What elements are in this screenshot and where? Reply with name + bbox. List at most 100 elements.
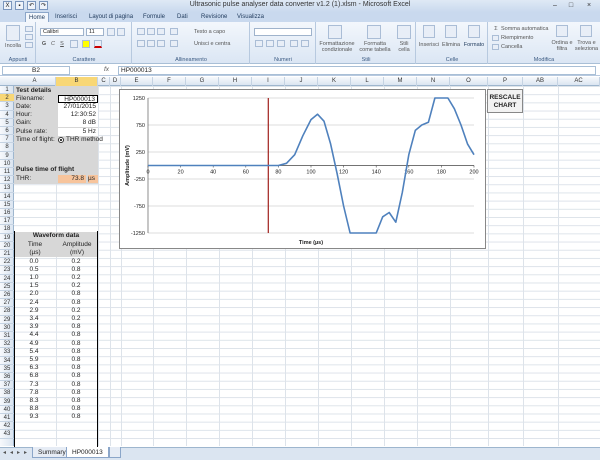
row-header-11[interactable]: 11 (0, 168, 14, 177)
waveform-time[interactable]: 3.4 (14, 315, 54, 323)
column-header-g[interactable]: G (186, 77, 219, 86)
format-table-icon[interactable] (367, 25, 381, 39)
cut-icon[interactable] (25, 26, 33, 32)
insert-function-button[interactable]: fx (104, 66, 109, 73)
waveform-time[interactable]: 2.4 (14, 299, 54, 307)
tab-view[interactable]: Visualizza (234, 12, 267, 22)
column-header-j[interactable]: J (285, 77, 318, 86)
italic-button[interactable]: C (49, 41, 57, 47)
waveform-amplitude[interactable]: 0.8 (56, 356, 96, 364)
row-header-22[interactable]: 22 (0, 258, 14, 267)
row-header-5[interactable]: 5 (0, 119, 14, 127)
find-select-button[interactable]: Trova e seleziona (573, 40, 600, 52)
align-right-icon[interactable] (157, 40, 165, 47)
find-select-icon[interactable] (580, 25, 592, 37)
hour-value[interactable]: 12:30:52 (58, 111, 98, 119)
rescale-chart-button[interactable]: RESCALE CHART (487, 89, 523, 113)
column-header-ac[interactable]: AC (558, 77, 600, 86)
waveform-amplitude[interactable]: 0.8 (56, 331, 96, 339)
column-header-k[interactable]: K (318, 77, 351, 86)
clear-button[interactable]: Cancella (501, 44, 537, 50)
waveform-amplitude[interactable]: 0.2 (56, 258, 96, 266)
row-header-21[interactable]: 21 (0, 250, 14, 259)
last-sheet-icon[interactable]: ▸ (24, 449, 30, 457)
wrap-text-button[interactable]: Testo a capo (194, 29, 246, 35)
insert-cells-button[interactable]: Inserisci (417, 42, 441, 48)
column-header-o[interactable]: O (450, 77, 488, 86)
column-header-d[interactable]: D (110, 77, 121, 86)
waveform-amplitude[interactable]: 0.8 (56, 405, 96, 413)
row-header-39[interactable]: 39 (0, 398, 14, 406)
waveform-time[interactable]: 0.5 (14, 266, 54, 274)
row-header-29[interactable]: 29 (0, 316, 14, 324)
row-header-26[interactable]: 26 (0, 291, 14, 300)
clear-icon[interactable] (492, 44, 499, 50)
sheet-tab-hp000013[interactable]: HP000013 (66, 447, 109, 458)
amplitude-chart[interactable]: 1250750250-250-750-125002040608010012014… (119, 89, 486, 249)
row-header-7[interactable]: 7 (0, 135, 14, 144)
conditional-format-icon[interactable] (328, 25, 342, 39)
paste-button[interactable]: Incolla (2, 43, 24, 49)
row-header-37[interactable]: 37 (0, 381, 14, 390)
conditional-format-button[interactable]: Formattazione condizionale (318, 41, 356, 53)
waveform-time[interactable]: 2.9 (14, 307, 54, 315)
waveform-amplitude[interactable]: 0.8 (56, 323, 96, 331)
increase-decimal-icon[interactable] (290, 40, 298, 47)
waveform-amplitude[interactable]: 0.8 (56, 397, 96, 405)
format-cells-button[interactable]: Formato (462, 42, 486, 48)
filename-value[interactable]: HP000013 (58, 95, 98, 103)
waveform-amplitude[interactable]: 0.8 (56, 299, 96, 307)
column-header-p[interactable]: P (488, 77, 523, 86)
font-name-select[interactable]: Calibri (40, 28, 84, 36)
tab-review[interactable]: Revisione (198, 12, 230, 22)
waveform-time[interactable]: 6.3 (14, 364, 54, 372)
waveform-amplitude[interactable]: 0.2 (56, 315, 96, 323)
indent-icon[interactable] (170, 40, 178, 47)
underline-button[interactable]: S (58, 41, 66, 47)
row-header-33[interactable]: 33 (0, 348, 14, 357)
row-header-2[interactable]: 2 (0, 94, 14, 103)
grow-font-icon[interactable] (107, 28, 115, 36)
maximize-button[interactable]: □ (564, 0, 578, 11)
row-header-42[interactable]: 42 (0, 422, 14, 431)
row-header-1[interactable]: 1 (0, 86, 14, 95)
row-header-40[interactable]: 40 (0, 406, 14, 414)
row-header-9[interactable]: 9 (0, 152, 14, 160)
waveform-time[interactable]: 9.3 (14, 413, 54, 421)
row-header-27[interactable]: 27 (0, 299, 14, 308)
currency-icon[interactable] (255, 40, 263, 47)
row-header-4[interactable]: 4 (0, 111, 14, 119)
row-header-18[interactable]: 18 (0, 225, 14, 234)
waveform-time[interactable]: 7.3 (14, 381, 54, 389)
fill-button[interactable]: Riempimento (501, 35, 545, 41)
waveform-time[interactable]: 4.4 (14, 331, 54, 339)
tab-page-layout[interactable]: Layout di pagina (86, 12, 136, 22)
autosum-button[interactable]: Somma automatica (501, 26, 553, 32)
tab-insert[interactable]: Inserisci (52, 12, 80, 22)
column-header-a[interactable]: A (14, 77, 56, 86)
tab-home[interactable]: Home (25, 12, 50, 22)
prev-sheet-icon[interactable]: ◂ (10, 449, 16, 457)
row-header-43[interactable]: 43 (0, 430, 14, 439)
row-header-30[interactable]: 30 (0, 324, 14, 332)
row-header-14[interactable]: 14 (0, 193, 14, 201)
column-header-m[interactable]: M (384, 77, 417, 86)
row-header-23[interactable]: 23 (0, 266, 14, 275)
row-header-28[interactable]: 28 (0, 307, 14, 316)
row-header-12[interactable]: 12 (0, 176, 14, 185)
autosum-icon[interactable]: Σ (492, 26, 500, 32)
column-header-h[interactable]: H (219, 77, 252, 86)
waveform-amplitude[interactable]: 0.2 (56, 282, 96, 290)
borders-icon[interactable] (70, 40, 78, 48)
font-size-select[interactable]: 11 (86, 28, 104, 36)
waveform-time[interactable]: 0.0 (14, 258, 54, 266)
waveform-amplitude[interactable]: 0.8 (56, 266, 96, 274)
tab-formulas[interactable]: Formule (140, 12, 168, 22)
waveform-time[interactable]: 1.0 (14, 274, 54, 282)
waveform-amplitude[interactable]: 0.8 (56, 389, 96, 397)
waveform-amplitude[interactable]: 0.8 (56, 381, 96, 389)
column-header-n[interactable]: N (417, 77, 450, 86)
align-left-icon[interactable] (137, 40, 145, 47)
row-header-36[interactable]: 36 (0, 373, 14, 382)
merge-center-button[interactable]: Unisci e centra (194, 41, 248, 47)
